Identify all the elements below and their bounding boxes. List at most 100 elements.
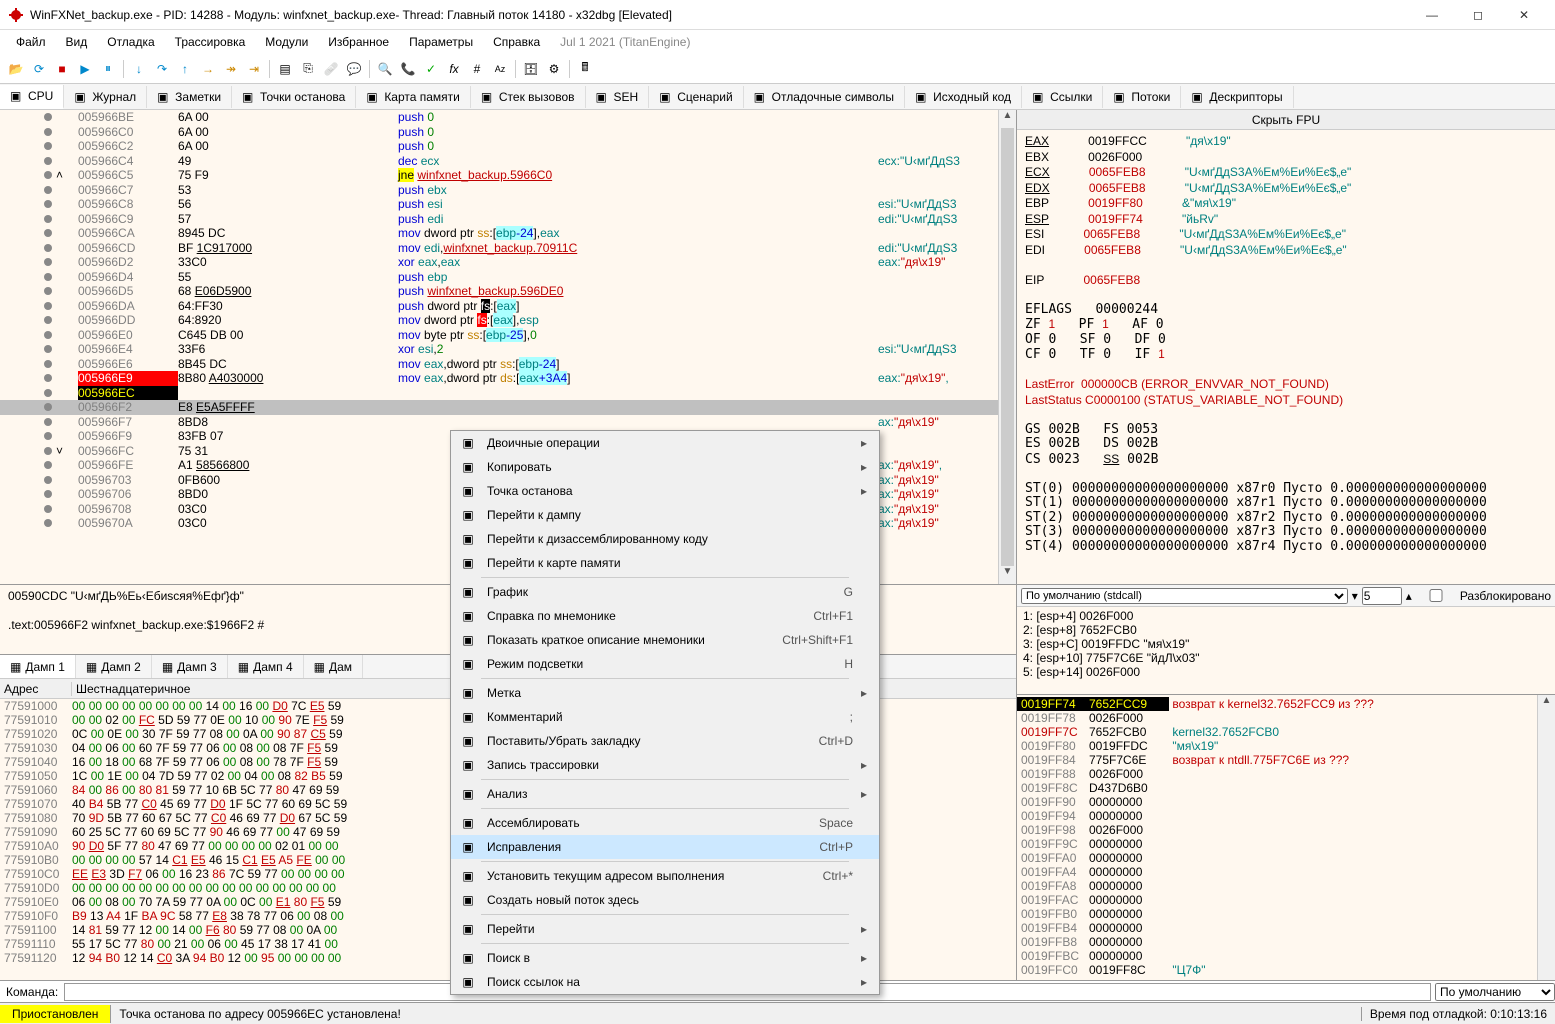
stack-row[interactable]: 0019FFA000000000 [1017, 851, 1537, 865]
tab-заметки[interactable]: ▣Заметки [147, 86, 232, 108]
disasm-row[interactable]: 005966C957push ediedi:"U‹мґДдS3 [0, 212, 998, 227]
ctx-поиск-ссылок-на[interactable]: ▣Поиск ссылок на▸ [451, 970, 879, 994]
ctx-ассемблировать[interactable]: ▣АссемблироватьSpace [451, 811, 879, 835]
breakpoint-dot[interactable] [44, 200, 52, 208]
run-to-icon[interactable]: ⇥ [244, 59, 264, 79]
stack-row[interactable]: 0019FF9000000000 [1017, 795, 1537, 809]
disasm-row[interactable]: 005966E68B45 DCmov eax,dword ptr ss:[ebp… [0, 357, 998, 372]
ctx-показать-краткое-описание-мнемоники[interactable]: ▣Показать краткое описание мнемоникиCtrl… [451, 628, 879, 652]
stack-row[interactable]: 0019FFB800000000 [1017, 935, 1537, 949]
tab-исходный код[interactable]: ▣Исходный код [905, 86, 1022, 108]
dump-tab-4[interactable]: ▦Дамп 4 [228, 655, 304, 678]
comment-icon[interactable]: 💬 [344, 59, 364, 79]
ctx-перейти-к-дизассемблированному-коду[interactable]: ▣Перейти к дизассемблированному коду [451, 527, 879, 551]
calc-icon[interactable]: 🖩 [575, 59, 595, 79]
stack-row[interactable]: 0019FF8CD437D6B0 [1017, 781, 1537, 795]
ctx-перейти-к-дампу[interactable]: ▣Перейти к дампу [451, 503, 879, 527]
stack-row[interactable]: 0019FF9400000000 [1017, 809, 1537, 823]
menu-view[interactable]: Вид [58, 33, 96, 51]
breakpoint-dot[interactable] [44, 403, 52, 411]
tab-журнал[interactable]: ▣Журнал [64, 86, 147, 108]
dump-tab-2[interactable]: ▦Дамп 2 [76, 655, 152, 678]
breakpoint-dot[interactable] [44, 302, 52, 310]
disasm-row[interactable]: 005966DA64:FF30push dword ptr fs:[eax] [0, 299, 998, 314]
ctx-анализ[interactable]: ▣Анализ▸ [451, 782, 879, 806]
tab-ссылки[interactable]: ▣Ссылки [1022, 86, 1103, 108]
stack-row[interactable]: 0019FF9C00000000 [1017, 837, 1537, 851]
stack-row[interactable]: 0019FFA800000000 [1017, 879, 1537, 893]
disasm-row[interactable]: 005966C856push esiesi:"U‹мґДдS3 [0, 197, 998, 212]
breakpoint-dot[interactable] [44, 447, 52, 455]
disasm-row[interactable]: 005966E98B80 A4030000mov eax,dword ptr d… [0, 371, 998, 386]
stack-row[interactable]: 0019FF84775F7C6E возврат к ntdll.775F7C6… [1017, 753, 1537, 767]
ctx-поиск-в[interactable]: ▣Поиск в▸ [451, 946, 879, 970]
unlock-checkbox[interactable] [1416, 589, 1456, 602]
stack-row[interactable]: 0019FFBC00000000 [1017, 949, 1537, 963]
ctx-точка-останова[interactable]: ▣Точка останова▸ [451, 479, 879, 503]
register-body[interactable]: EAX 0019FFCC "дя\x19" EBX 0026F000 ECX 0… [1017, 130, 1555, 584]
breakpoint-dot[interactable] [44, 113, 52, 121]
ctx-режим-подсветки[interactable]: ▣Режим подсветкиH [451, 652, 879, 676]
tab-seh[interactable]: ▣SEH [586, 86, 650, 108]
tab-сценарий[interactable]: ▣Сценарий [649, 86, 743, 108]
stack-row[interactable]: 0019FFB000000000 [1017, 907, 1537, 921]
disasm-row[interactable]: 005966C753push ebx [0, 183, 998, 198]
disasm-row[interactable]: 005966CDBF 1C917000mov edi,winfxnet_back… [0, 241, 998, 256]
breakpoint-dot[interactable] [44, 432, 52, 440]
args-body[interactable]: 1: [esp+4] 0026F000 2: [esp+8] 7652FCB0 … [1017, 607, 1555, 694]
stack-row[interactable]: 0019FF800019FFDC "мя\x19" [1017, 739, 1537, 753]
fpu-toggle[interactable]: Скрыть FPU [1017, 110, 1555, 130]
breakpoint-dot[interactable] [44, 287, 52, 295]
stack-row[interactable]: 0019FFB400000000 [1017, 921, 1537, 935]
fx-icon[interactable]: fx [444, 59, 464, 79]
menu-debug[interactable]: Отладка [99, 33, 162, 51]
disasm-row[interactable]: 005966D568 E06D5900push winfxnet_backup.… [0, 284, 998, 299]
tab-точки останова[interactable]: ▣Точки останова [232, 86, 356, 108]
breakpoint-dot[interactable] [44, 490, 52, 498]
strings-icon[interactable]: 🔍 [375, 59, 395, 79]
breakpoint-dot[interactable] [44, 273, 52, 281]
stack-row[interactable]: 0019FFC00019FF8C "Ц7Ф" [1017, 963, 1537, 977]
menu-help[interactable]: Справка [485, 33, 548, 51]
minimize-button[interactable]: — [1409, 0, 1455, 30]
breakpoint-dot[interactable] [44, 142, 52, 150]
breakpoint-dot[interactable] [44, 360, 52, 368]
menu-trace[interactable]: Трассировка [167, 33, 254, 51]
disasm-row[interactable]: 005966D233C0xor eax,eaxeax:"дя\x19" [0, 255, 998, 270]
breakpoint-dot[interactable] [44, 389, 52, 397]
ctx-установить-текущим-адресом-выполнения[interactable]: ▣Установить текущим адресом выполненияCt… [451, 864, 879, 888]
pause-icon[interactable]: ⏸ [98, 59, 118, 79]
scroll-up-icon[interactable]: ▲ [1538, 695, 1555, 713]
breakpoint-dot[interactable] [44, 171, 52, 179]
breakpoint-dot[interactable] [44, 186, 52, 194]
step-over-icon[interactable]: ↷ [152, 59, 172, 79]
tab-отладочные символы[interactable]: ▣Отладочные символы [744, 86, 905, 108]
scroll-down-icon[interactable]: ▼ [999, 566, 1016, 584]
ctx-график[interactable]: ▣ГрафикG [451, 580, 879, 604]
stack-scrollbar[interactable]: ▲ ▼ [1537, 695, 1555, 1002]
scroll-up-icon[interactable]: ▲ [999, 110, 1016, 128]
spinner-down-icon[interactable]: ▾ [1352, 589, 1358, 603]
trace-over-icon[interactable]: ↠ [221, 59, 241, 79]
ctx-метка[interactable]: ▣Метка▸ [451, 681, 879, 705]
breakpoint-dot[interactable] [44, 331, 52, 339]
disasm-row[interactable]: 005966CA8945 DCmov dword ptr ss:[ebp-24]… [0, 226, 998, 241]
breakpoint-dot[interactable] [44, 476, 52, 484]
ctx-создать-новый-поток-здесь[interactable]: ▣Создать новый поток здесь [451, 888, 879, 912]
spinner-up-icon[interactable]: ▴ [1406, 589, 1412, 603]
tab-дескрипторы[interactable]: ▣Дескрипторы [1181, 86, 1293, 108]
ctx-запись-трассировки[interactable]: ▣Запись трассировки▸ [451, 753, 879, 777]
breakpoint-dot[interactable] [44, 519, 52, 527]
stack-row[interactable]: 0019FF747652FCC9 возврат к kernel32.7652… [1017, 697, 1537, 711]
close-button[interactable]: ✕ [1501, 0, 1547, 30]
disasm-row[interactable]: 005966F2E8 E5A5FFFF [0, 400, 998, 415]
breakpoint-dot[interactable] [44, 505, 52, 513]
ctx-перейти[interactable]: ▣Перейти▸ [451, 917, 879, 941]
scylla-icon[interactable]: 🗄 [521, 59, 541, 79]
breakpoint-dot[interactable] [44, 229, 52, 237]
arg-count-input[interactable] [1362, 587, 1402, 605]
breakpoint-dot[interactable] [44, 157, 52, 165]
goto-icon[interactable]: ⎘ [298, 59, 318, 79]
ctx-двоичные-операции[interactable]: ▣Двоичные операции▸ [451, 431, 879, 455]
menu-options[interactable]: Параметры [401, 33, 481, 51]
